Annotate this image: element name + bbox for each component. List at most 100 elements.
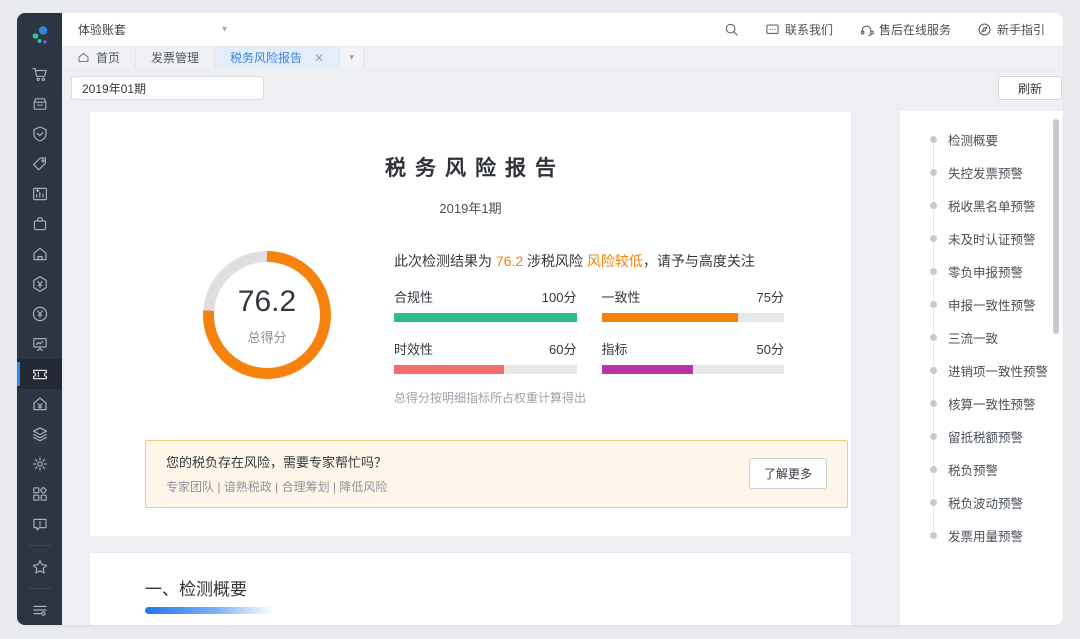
nav-dot-icon — [930, 466, 937, 473]
home-icon — [77, 51, 90, 64]
nav-dot-icon — [930, 136, 937, 143]
nav-dot-icon — [930, 202, 937, 209]
metric-head: 一致性 75分 — [602, 287, 785, 306]
expert-banner: 您的税负存在风险，需要专家帮忙吗？ 专家团队 | 谙熟税政 | 合理筹划 | 降… — [145, 440, 848, 508]
chevron-down-icon: ▾ — [222, 24, 227, 35]
score-donut-chart: 76.2 总得分 — [203, 251, 331, 379]
metric-head: 时效性 60分 — [394, 339, 577, 358]
tab-税务风险报告[interactable]: 税务风险报告✕ — [215, 47, 340, 68]
nav-item-失控发票预警[interactable]: 失控发票预警 — [900, 156, 1063, 189]
topbar-link-headset[interactable]: 售后在线服务 — [859, 21, 951, 38]
nav-item-检测概要[interactable]: 检测概要 — [900, 123, 1063, 156]
nav-dot-icon — [930, 301, 937, 308]
nav-item-税负预警[interactable]: 税负预警 — [900, 453, 1063, 486]
account-switcher[interactable]: 体验账套 ▾ — [78, 21, 227, 38]
nav-item-零负申报预警[interactable]: 零负申报预警 — [900, 255, 1063, 288]
banner-subtitle: 专家团队 | 谙熟税政 | 合理筹划 | 降低风险 — [166, 478, 387, 495]
search-icon[interactable] — [724, 22, 739, 37]
score-card: 税务风险报告 2019年1期 76.2 总得分 — [89, 111, 852, 537]
refresh-button[interactable]: 刷新 — [998, 76, 1062, 100]
metric-track — [602, 365, 785, 374]
sidebar-divider — [27, 588, 52, 589]
left-sidebar — [17, 13, 62, 625]
nav-scrollbar-thumb[interactable] — [1053, 119, 1059, 334]
metric-score: 100分 — [542, 287, 577, 306]
metric-track — [394, 365, 577, 374]
sidebar-item-bag[interactable] — [17, 209, 62, 239]
nav-item-税负波动预警[interactable]: 税负波动预警 — [900, 486, 1063, 519]
tab-label: 发票管理 — [151, 49, 199, 66]
topbar-link-chat-square[interactable]: 联系我们 — [765, 21, 833, 38]
nav-item-label: 申报一致性预警 — [948, 295, 1036, 314]
sidebar-item-layers[interactable] — [17, 419, 62, 449]
feedback-icon — [31, 515, 49, 533]
ticket-icon — [31, 365, 49, 383]
tab-发票管理[interactable]: 发票管理 — [136, 47, 215, 68]
nav-dot-icon — [930, 433, 937, 440]
sidebar-item-circle-yen[interactable] — [17, 299, 62, 329]
sidebar-divider — [27, 545, 52, 546]
nav-item-label: 零负申报预警 — [948, 262, 1023, 281]
sidebar-item-badge-check[interactable] — [17, 119, 62, 149]
sidebar-item-house-yen[interactable] — [17, 389, 62, 419]
nav-item-进销项一致性预警[interactable]: 进销项一致性预警 — [900, 354, 1063, 387]
main-column: 体验账套 ▾ 联系我们售后在线服务新手指引 首页发票管理税务风险报告✕ ▾ 刷新 — [62, 13, 1063, 625]
sidebar-item-tag[interactable] — [17, 149, 62, 179]
sidebar-item-ticket[interactable] — [17, 359, 62, 389]
nav-item-申报一致性预警[interactable]: 申报一致性预警 — [900, 288, 1063, 321]
metric-name: 时效性 — [394, 339, 433, 358]
learn-more-button[interactable]: 了解更多 — [749, 458, 827, 489]
nav-item-核算一致性预警[interactable]: 核算一致性预警 — [900, 387, 1063, 420]
nav-item-label: 发票用量预警 — [948, 526, 1023, 545]
sidebar-item-feedback[interactable] — [17, 509, 62, 539]
sidebar-item-cart[interactable] — [17, 59, 62, 89]
metric-name: 指标 — [602, 339, 628, 358]
sidebar-item-home-building[interactable] — [17, 239, 62, 269]
anchor-nav-panel: 检测概要失控发票预警税收黑名单预警未及时认证预警零负申报预警申报一致性预警三流一… — [900, 111, 1063, 625]
nav-item-label: 税收黑名单预警 — [948, 196, 1036, 215]
metric-name: 一致性 — [602, 287, 641, 306]
metric-bars: 合规性100分 一致性 75分时效性 60分 指标50分 — [394, 287, 784, 374]
tab-bar: 首页发票管理税务风险报告✕ ▾ — [62, 46, 1063, 68]
verdict-line: 此次检测结果为 76.2 涉税风险 风险较低，请予与高度关注 — [394, 251, 784, 271]
grid-icon — [31, 485, 49, 503]
metric-fill — [394, 365, 504, 374]
nav-item-三流一致[interactable]: 三流一致 — [900, 321, 1063, 354]
tab-首页[interactable]: 首页 — [62, 47, 136, 68]
report-title: 税务风险报告 — [90, 152, 851, 182]
sidebar-item-gear[interactable] — [17, 449, 62, 479]
nav-item-发票用量预警[interactable]: 发票用量预警 — [900, 519, 1063, 552]
nav-item-label: 税负预警 — [948, 460, 998, 479]
content-gap — [852, 111, 900, 625]
sidebar-item-grid[interactable] — [17, 479, 62, 509]
tab-list-chevron[interactable]: ▾ — [340, 47, 364, 68]
topbar-link-label: 联系我们 — [785, 21, 833, 38]
app-logo[interactable] — [17, 20, 62, 51]
nav-item-label: 三流一致 — [948, 328, 998, 347]
workspace: 刷新 税务风险报告 2019年1期 76.2 — [62, 68, 1063, 625]
period-input[interactable] — [71, 76, 264, 100]
house-yen-icon — [31, 395, 49, 413]
metric-fill — [394, 313, 577, 322]
headset-icon — [859, 22, 874, 37]
close-tab-icon[interactable]: ✕ — [314, 51, 324, 65]
metric-score: 75分 — [757, 287, 784, 306]
nav-item-label: 未及时认证预警 — [948, 229, 1036, 248]
sidebar-item-star[interactable] — [17, 552, 62, 582]
metric-score: 60分 — [549, 339, 576, 358]
nav-item-税收黑名单预警[interactable]: 税收黑名单预警 — [900, 189, 1063, 222]
sidebar-item-list-settings[interactable] — [17, 595, 62, 625]
metric-指标: 指标50分 — [602, 339, 785, 374]
sidebar-item-chart-board[interactable] — [17, 179, 62, 209]
sidebar-item-storefront[interactable] — [17, 89, 62, 119]
nav-dot-icon — [930, 532, 937, 539]
metric-时效性: 时效性 60分 — [394, 339, 577, 374]
nav-item-label: 留抵税额预警 — [948, 427, 1023, 446]
sidebar-item-hex-yen[interactable] — [17, 269, 62, 299]
nav-item-未及时认证预警[interactable]: 未及时认证预警 — [900, 222, 1063, 255]
metric-head: 合规性100分 — [394, 287, 577, 306]
nav-item-留抵税额预警[interactable]: 留抵税额预警 — [900, 420, 1063, 453]
topbar-link-compass[interactable]: 新手指引 — [977, 21, 1045, 38]
home-building-icon — [31, 245, 49, 263]
sidebar-item-presentation-chart[interactable] — [17, 329, 62, 359]
